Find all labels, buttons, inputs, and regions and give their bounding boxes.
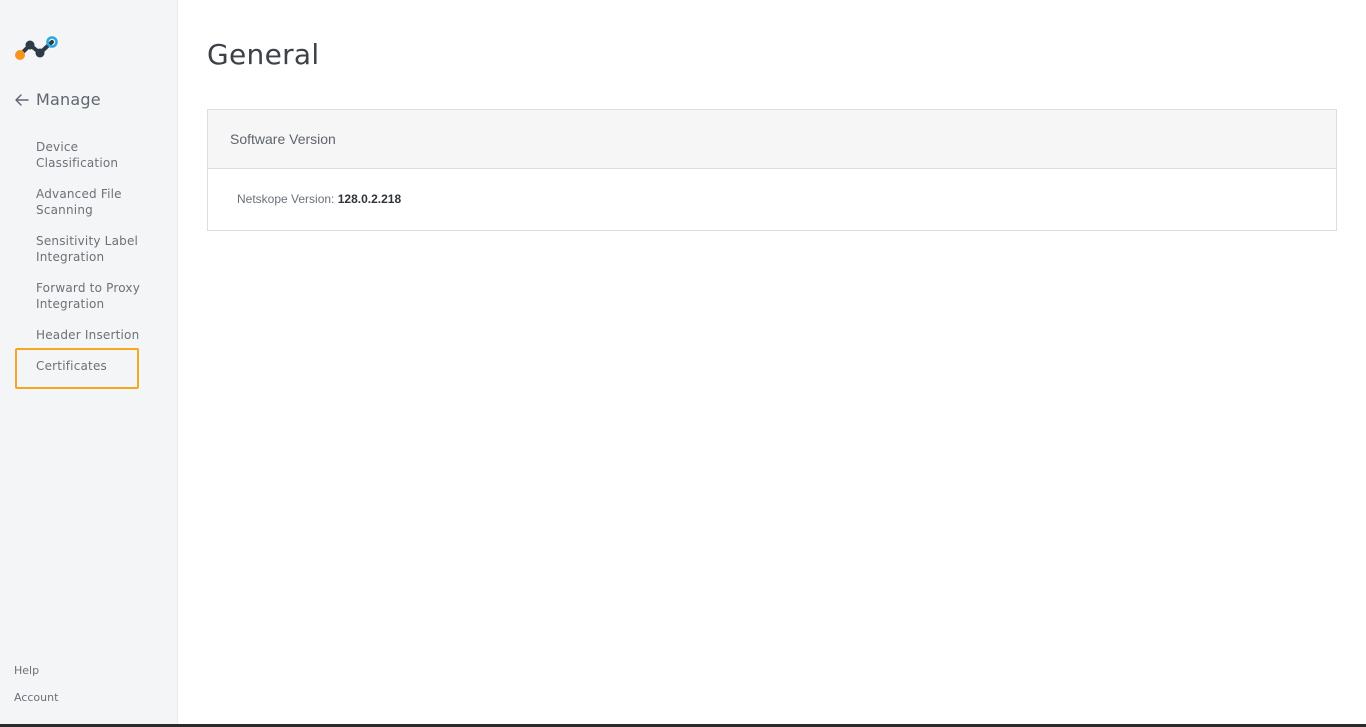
version-label: Netskope Version: — [237, 192, 338, 206]
sidebar-item-label: Integration — [36, 297, 105, 311]
panel-header: Software Version — [208, 110, 1336, 169]
software-version-panel: Software Version Netskope Version: 128.0… — [207, 109, 1337, 231]
sidebar-item-label: Classification — [36, 156, 119, 170]
sidebar-item-header-insertion[interactable]: Header Insertion — [36, 327, 139, 343]
sidebar-item-label: Device — [36, 140, 79, 154]
sidebar-item-advanced-file-scanning[interactable]: Advanced File Scanning — [36, 186, 122, 218]
main-content: General Software Version Netskope Versio… — [178, 0, 1366, 727]
arrow-left-icon — [14, 92, 30, 108]
sidebar-item-label: Sensitivity Label — [36, 234, 139, 248]
sidebar-item-label: Header Insertion — [36, 328, 140, 342]
sidebar-item-label: Forward to Proxy — [36, 281, 141, 295]
sidebar-item-label: Scanning — [36, 203, 93, 217]
netskope-logo-icon[interactable] — [14, 35, 60, 61]
sidebar-item-device-classification[interactable]: Device Classification — [36, 139, 118, 171]
sidebar-item-forward-to-proxy-integration[interactable]: Forward to Proxy Integration — [36, 280, 140, 312]
sidebar-item-sensitivity-label-integration[interactable]: Sensitivity Label Integration — [36, 233, 138, 265]
app-window: Manage Device Classification Advanced Fi… — [0, 0, 1366, 727]
page-title: General — [207, 38, 320, 71]
sidebar-item-label: Integration — [36, 250, 105, 264]
panel-title: Software Version — [230, 131, 336, 147]
version-value: 128.0.2.218 — [337, 192, 402, 206]
manage-label: Manage — [36, 90, 101, 109]
help-link[interactable]: Help — [14, 664, 39, 677]
account-link[interactable]: Account — [14, 691, 58, 704]
certificates-highlight-box — [15, 348, 139, 389]
sidebar: Manage Device Classification Advanced Fi… — [0, 0, 178, 727]
sidebar-item-label: Advanced File — [36, 187, 122, 201]
manage-back-link[interactable]: Manage — [14, 90, 101, 109]
panel-body: Netskope Version: 128.0.2.218 — [208, 169, 1336, 206]
